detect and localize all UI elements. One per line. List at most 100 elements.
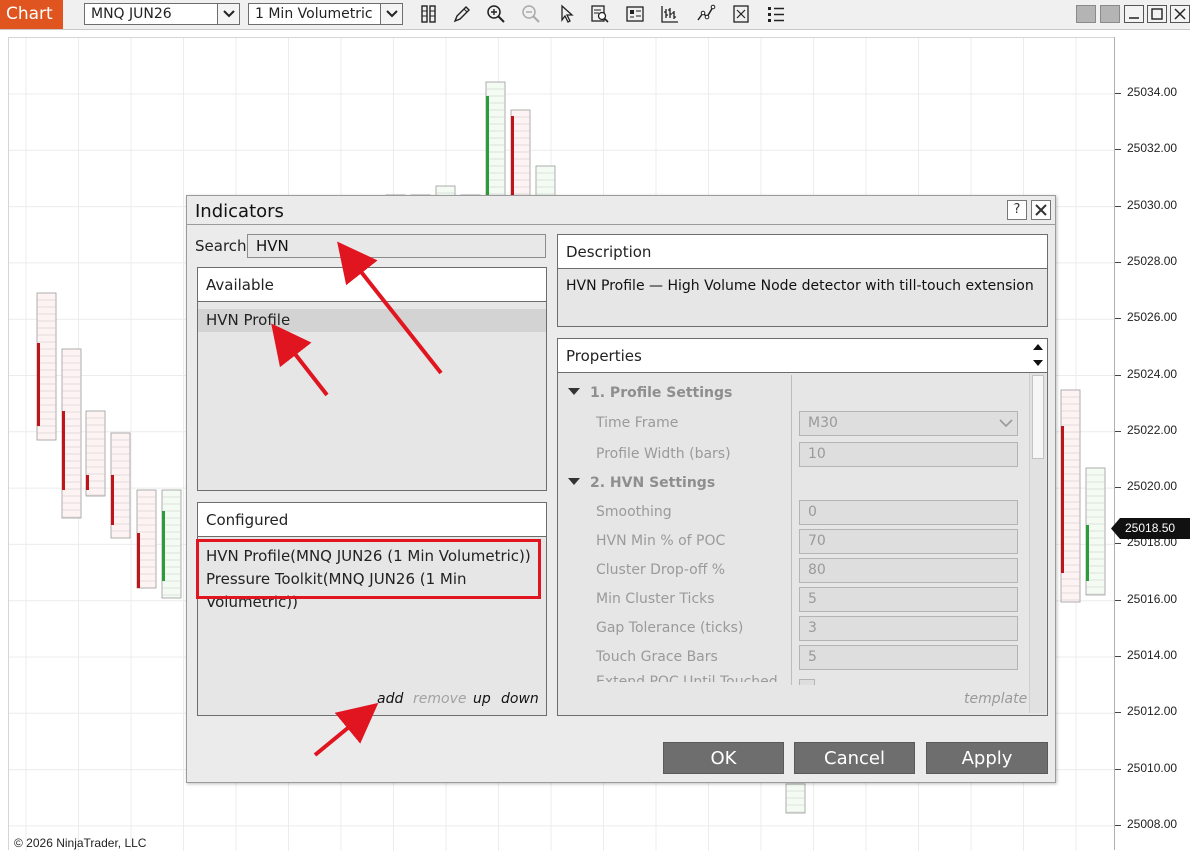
configured-panel: Configured HVN Profile(MNQ JUN26 (1 Min …	[197, 502, 547, 716]
price-tick	[1115, 318, 1121, 320]
price-tick	[1115, 824, 1121, 826]
min-cluster-ticks-label: Min Cluster Ticks	[596, 591, 715, 607]
scrollbar-thumb[interactable]	[1032, 375, 1044, 459]
price-tick	[1115, 374, 1121, 376]
touch-grace-bars-field[interactable]: 5	[799, 645, 1018, 670]
volumetric-bar	[85, 410, 106, 497]
column-divider	[791, 375, 792, 685]
touch-grace-bars-label: Touch Grace Bars	[596, 649, 718, 665]
bar-body	[86, 475, 89, 490]
price-tick	[1115, 205, 1121, 207]
volumetric-bar	[510, 109, 531, 204]
current-price-marker: 25018.50	[1111, 518, 1190, 539]
scroll-down-icon[interactable]	[1032, 357, 1044, 372]
zoom-in-icon[interactable]	[484, 2, 508, 26]
extend-poc-checkbox[interactable]	[799, 679, 815, 685]
pencil-icon[interactable]	[450, 2, 474, 26]
smoothing-label: Smoothing	[596, 504, 672, 520]
close-window-button[interactable]	[1170, 5, 1190, 23]
profile-width-field[interactable]: 10	[799, 442, 1018, 467]
chart-properties-icon[interactable]	[623, 2, 647, 26]
section-title: 1. Profile Settings	[590, 385, 733, 401]
price-tick	[1115, 712, 1121, 714]
chevron-down-icon[interactable]	[217, 4, 239, 24]
time-frame-select[interactable]: M30	[799, 411, 1018, 436]
collapse-triangle-icon[interactable]	[568, 388, 580, 395]
indicators-icon[interactable]	[694, 2, 718, 26]
window-option-button[interactable]	[1076, 5, 1096, 23]
data-box-icon[interactable]	[417, 2, 441, 26]
instrument-selector[interactable]: MNQ JUN26	[84, 3, 240, 25]
properties-scrollbar[interactable]	[1029, 373, 1046, 713]
minimize-button[interactable]	[1124, 5, 1144, 23]
price-label: 25026.00	[1127, 310, 1178, 325]
zoom-out-icon[interactable]	[519, 2, 543, 26]
dialog-title: Indicators	[195, 201, 284, 222]
cluster-dropoff-field[interactable]: 80	[799, 558, 1018, 583]
bar-body	[1061, 426, 1064, 573]
bar-cells	[785, 783, 806, 814]
timeframe-selector[interactable]: 1 Min Volumetric	[248, 3, 403, 25]
price-label: 25032.00	[1127, 141, 1178, 156]
find-icon[interactable]	[588, 2, 612, 26]
bar-body	[62, 411, 65, 490]
price-tick	[1115, 149, 1121, 151]
available-header: Available	[198, 268, 546, 302]
collapse-triangle-icon[interactable]	[568, 478, 580, 485]
price-axis[interactable]: 25034.00 25032.00 25030.00 25028.00 25026.00…	[1114, 37, 1190, 850]
search-input[interactable]: HVN	[247, 234, 546, 258]
price-label: 25012.00	[1127, 704, 1178, 719]
up-link[interactable]: up	[473, 691, 491, 707]
gap-tolerance-field[interactable]: 3	[799, 616, 1018, 641]
price-label: 25034.00	[1127, 85, 1178, 99]
price-tick	[1115, 261, 1121, 263]
bar-body	[37, 343, 40, 426]
configured-highlight-box	[196, 539, 541, 599]
section-hvn-settings[interactable]: 2. HVN Settings	[568, 475, 715, 491]
volumetric-bar	[161, 489, 182, 599]
object-list-icon[interactable]	[764, 2, 788, 26]
volumetric-bar	[136, 489, 157, 589]
properties-panel: Properties 1. Profile Settings Time Fram…	[557, 338, 1048, 716]
chart-tab[interactable]: Chart	[0, 0, 63, 29]
remove-link[interactable]: remove	[413, 691, 466, 707]
volumetric-bar	[1060, 389, 1081, 603]
instrument-selector-value: MNQ JUN26	[91, 6, 172, 22]
chevron-down-icon[interactable]	[380, 4, 402, 24]
volumetric-bar	[785, 783, 806, 814]
bar-type-icon[interactable]	[658, 2, 682, 26]
price-label: 25008.00	[1127, 816, 1178, 831]
description-text: HVN Profile — High Volume Node detector …	[566, 278, 1034, 294]
add-link[interactable]: add	[377, 691, 403, 707]
bar-body	[511, 116, 514, 203]
price-tick	[1115, 599, 1121, 601]
section-profile-settings[interactable]: 1. Profile Settings	[568, 385, 732, 401]
hvn-min-poc-label: HVN Min % of POC	[596, 533, 726, 549]
close-icon	[1035, 204, 1047, 216]
pointer-icon[interactable]	[554, 2, 578, 26]
close-dialog-button[interactable]	[1031, 200, 1051, 220]
apply-button[interactable]: Apply	[926, 742, 1048, 774]
window-option-button[interactable]	[1100, 5, 1120, 23]
min-cluster-ticks-field[interactable]: 5	[799, 587, 1018, 612]
description-header: Description	[558, 235, 1047, 269]
ok-button[interactable]: OK	[663, 742, 784, 774]
hvn-min-poc-field[interactable]: 70	[799, 529, 1018, 554]
scroll-up-icon[interactable]	[1032, 341, 1044, 356]
smoothing-field[interactable]: 0	[799, 500, 1018, 525]
cancel-button[interactable]: Cancel	[794, 742, 915, 774]
volumetric-bar	[61, 348, 82, 519]
maximize-button[interactable]	[1147, 5, 1167, 23]
bar-body	[1086, 525, 1089, 581]
price-label: 25014.00	[1127, 648, 1178, 662]
time-frame-label: Time Frame	[596, 415, 679, 431]
strategies-icon[interactable]	[729, 2, 753, 26]
template-link[interactable]: template	[964, 691, 1027, 707]
help-button[interactable]: ?	[1007, 200, 1027, 220]
price-label: 25022.00	[1127, 422, 1178, 437]
down-link[interactable]: down	[501, 691, 539, 707]
price-tick	[1115, 543, 1121, 545]
price-tick	[1115, 93, 1121, 94]
price-label: 25030.00	[1127, 197, 1178, 212]
available-item-hvn-profile[interactable]: HVN Profile	[198, 309, 546, 332]
